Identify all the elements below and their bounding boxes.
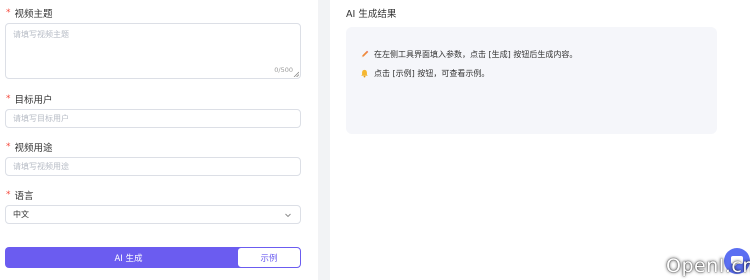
required-mark: * (6, 8, 11, 18)
purpose-input[interactable]: 请填写视频用途 (5, 157, 301, 176)
tip-example: 点击 [示例] 按钮，可查看示例。 (360, 68, 489, 79)
watermark-text: OpenI.cn (666, 255, 750, 277)
pencil-icon (361, 50, 369, 58)
char-counter: 0/500 (274, 66, 293, 74)
tip-example-text: 点击 [示例] 按钮，可查看示例。 (374, 69, 490, 78)
tip-generate-text: 在左侧工具界面填入参数，点击 [生成] 按钮后生成内容。 (374, 50, 578, 59)
language-label-text: 语言 (14, 191, 34, 202)
result-title: AI 生成结果 (346, 9, 397, 20)
purpose-placeholder: 请填写视频用途 (13, 162, 69, 171)
result-box: 在左侧工具界面填入参数，点击 [生成] 按钮后生成内容。 点击 [示例] 按钮，… (346, 27, 717, 134)
purpose-label: * 视频用途 (6, 140, 53, 154)
bell-icon (361, 69, 368, 78)
required-mark: * (6, 142, 11, 152)
language-select[interactable]: 中文 (5, 205, 301, 224)
audience-label-text: 目标用户 (14, 95, 53, 106)
required-mark: * (6, 190, 11, 200)
topic-placeholder: 请填写视频主题 (13, 30, 69, 39)
topic-label: * 视频主题 (6, 6, 53, 20)
required-mark: * (6, 94, 11, 104)
tip-generate: 在左侧工具界面填入参数，点击 [生成] 按钮后生成内容。 (360, 49, 577, 60)
ai-generate-button[interactable]: AI 生成 (5, 247, 252, 268)
language-label: * 语言 (6, 188, 34, 202)
purpose-label-text: 视频用途 (14, 143, 53, 154)
language-value: 中文 (13, 210, 29, 219)
audience-input[interactable]: 请填写目标用户 (5, 109, 301, 128)
example-button[interactable]: 示例 (237, 247, 301, 268)
resize-handle-icon[interactable] (293, 71, 299, 77)
topic-label-text: 视频主题 (14, 9, 53, 20)
audience-label: * 目标用户 (6, 92, 53, 106)
chevron-down-icon (285, 213, 291, 218)
topic-textarea[interactable]: 请填写视频主题 0/500 (5, 23, 301, 79)
audience-placeholder: 请填写目标用户 (13, 114, 69, 123)
